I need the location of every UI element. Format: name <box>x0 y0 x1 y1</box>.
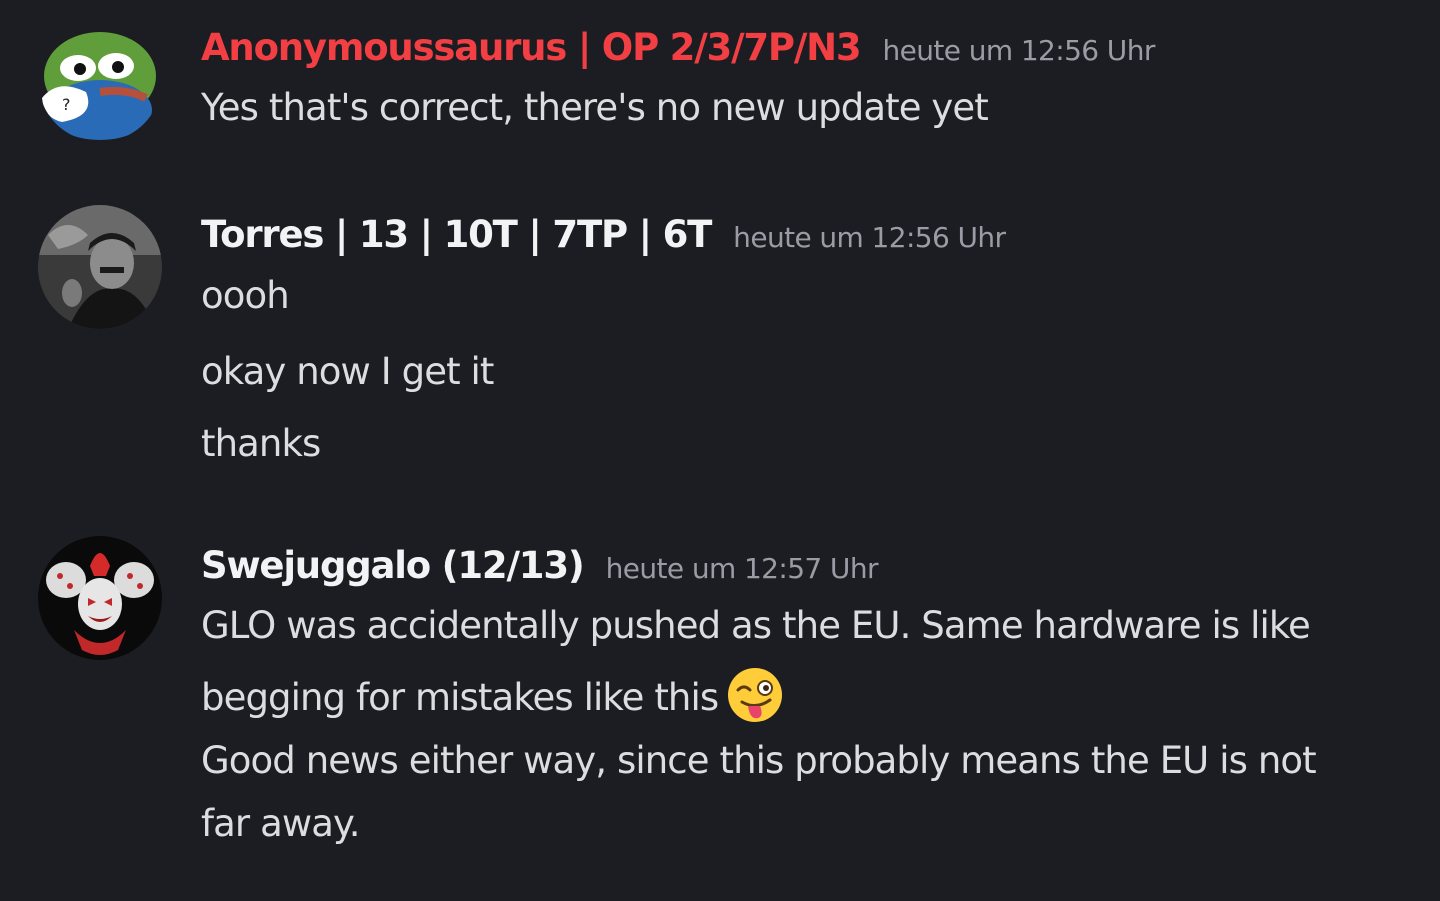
message-header: Torres | 13 | 10T | 7TP | 6T heute um 12:… <box>201 213 1006 256</box>
pepe-frog-avatar[interactable]: ? <box>38 18 162 142</box>
timestamp[interactable]: heute um 12:56 Uhr <box>733 221 1006 254</box>
svg-text:?: ? <box>62 95 71 114</box>
message-text: okay now I get it <box>201 350 494 393</box>
winking-face-with-tongue-emoji <box>726 666 784 724</box>
message-text: far away. <box>201 802 360 845</box>
timestamp[interactable]: heute um 12:57 Uhr <box>606 552 879 585</box>
timestamp[interactable]: heute um 12:56 Uhr <box>882 34 1155 67</box>
username[interactable]: Anonymoussaurus | OP 2/3/7P/N3 <box>201 26 862 69</box>
message-text: Good news either way, since this probabl… <box>201 739 1317 782</box>
clown-avatar[interactable] <box>38 536 162 660</box>
username[interactable]: Torres | 13 | 10T | 7TP | 6T <box>201 213 712 256</box>
username[interactable]: Swejuggalo (12/13) <box>201 544 585 587</box>
message-text: GLO was accidentally pushed as the EU. S… <box>201 604 1311 647</box>
chat-message-list: ? Anonymoussaurus | OP 2/3/7P/N3 heute um… <box>0 0 1440 901</box>
message-header: Anonymoussaurus | OP 2/3/7P/N3 heute um 1… <box>201 26 1155 69</box>
message-text: begging for mistakes like this <box>201 666 784 724</box>
message-text-segment: begging for mistakes like this <box>201 676 719 719</box>
message-text: Yes that's correct, there's no new updat… <box>201 86 989 129</box>
message-text: oooh <box>201 274 290 317</box>
message-header: Swejuggalo (12/13) heute um 12:57 Uhr <box>201 544 878 587</box>
message-text: thanks <box>201 422 321 465</box>
bw-man-portrait-avatar[interactable] <box>38 205 162 329</box>
